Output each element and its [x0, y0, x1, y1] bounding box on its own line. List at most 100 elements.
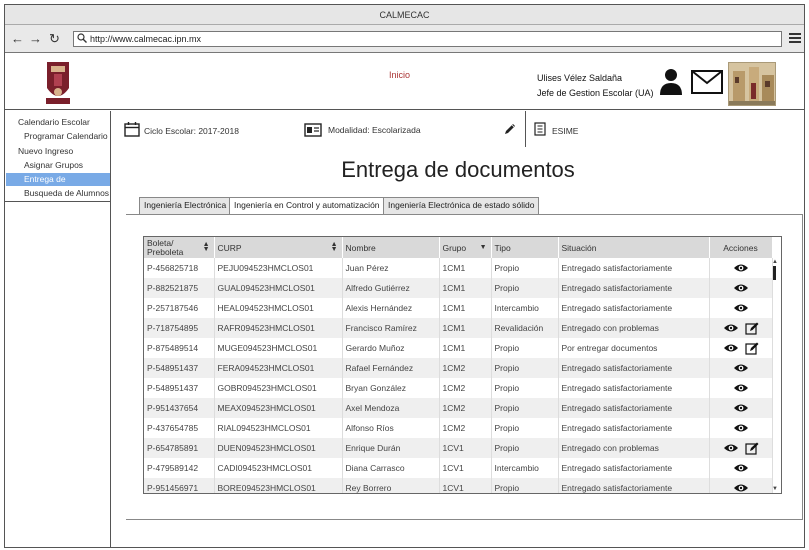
cell-situacion: Entregado satisfactoriamente [558, 278, 710, 298]
cell-tipo: Propio [491, 378, 559, 398]
scroll-up-arrow-icon[interactable]: ▲ [772, 259, 778, 265]
cell-curp: RAFR094523HMCLOS01 [214, 318, 343, 338]
sidebar-item-entrega-de[interactable]: Entrega de [6, 173, 110, 186]
sort-icon[interactable]: ▲ ▼ [203, 241, 210, 253]
cell-nombre: Rey Borrero [342, 478, 440, 493]
cell-tipo: Propio [491, 338, 559, 358]
cell-boleta: P-548951437 [144, 378, 215, 398]
table-row: P-882521875 GUAL094523HMCLOS01 Alfredo Gut… [144, 278, 773, 298]
sidebar-item-nuevo-ingreso[interactable]: Nuevo Ingreso [18, 146, 73, 156]
view-eye-icon[interactable] [723, 322, 739, 332]
modalidad-label: Modalidad: Escolarizada [328, 125, 421, 135]
url-bar[interactable]: http://www.calmecac.ipn.mx [73, 31, 782, 47]
cell-boleta: P-951456971 [144, 478, 215, 493]
table-scrollbar[interactable]: ▲ ▼ [771, 259, 779, 492]
hamburger-menu-icon[interactable] [789, 33, 801, 44]
cell-grupo: 1CV1 [439, 458, 492, 478]
cell-situacion: Por entregar documentos [558, 338, 710, 358]
cell-situacion: Entregado satisfactoriamente [558, 418, 710, 438]
page-title: Entrega de documentos [341, 157, 575, 182]
cell-acciones [709, 478, 773, 493]
cell-boleta: P-654785891 [144, 438, 215, 458]
cell-boleta: P-479589142 [144, 458, 215, 478]
scroll-thumb[interactable] [773, 266, 776, 280]
building-icon [534, 122, 546, 136]
cell-boleta: P-718754895 [144, 318, 215, 338]
table-row: P-437654785 RIAL094523HMCLOS01 Alfonso Río… [144, 418, 773, 438]
column-header-acciones: Acciones [709, 237, 773, 258]
view-eye-icon[interactable] [733, 263, 749, 273]
user-profile-icon[interactable] [659, 68, 683, 96]
view-eye-icon[interactable] [733, 483, 749, 493]
table-header-row: Boleta/ Preboleta ▲ ▼ CURP ▲ ▼ Nombre Grupo ▼… [144, 237, 773, 258]
mail-icon[interactable] [691, 70, 723, 94]
cell-nombre: Alfonso Ríos [342, 418, 440, 438]
cell-tipo: Propio [491, 358, 559, 378]
cell-acciones [709, 438, 773, 458]
escuela-label: ESIME [552, 126, 579, 136]
table-row: P-257187546 HEAL094523HMCLOS01 Alexis Hern… [144, 298, 773, 318]
view-eye-icon[interactable] [733, 303, 749, 313]
browser-navbar: ← → ↻ http://www.calmecac.ipn.mx [5, 25, 804, 53]
cell-grupo: 1CM2 [439, 358, 492, 378]
table-row: P-548951437 FERA094523HMCLOS01 Rafael Fern… [144, 358, 773, 378]
user-name: Ulises Vélez Saldaña [537, 73, 623, 83]
cell-acciones [709, 358, 773, 378]
cell-grupo: 1CM1 [439, 278, 492, 298]
user-role: Jefe de Gestion Escolar (UA) [537, 88, 654, 98]
view-eye-icon[interactable] [733, 423, 749, 433]
browser-window: CALMECAC ← → ↻ http://www.calmecac.ipn.m… [4, 4, 805, 548]
sidebar-item-asignar-grupos[interactable]: Asignar Grupos [24, 160, 83, 170]
tab-ingenieria-electronica[interactable]: Ingeniería Electrónica [139, 197, 232, 214]
view-eye-icon[interactable] [733, 463, 749, 473]
cell-curp: DUEN094523HMCLOS01 [214, 438, 343, 458]
reload-icon[interactable]: ↻ [49, 31, 60, 47]
cell-situacion: Entregado satisfactoriamente [558, 458, 710, 478]
cell-situacion: Entregado satisfactoriamente [558, 398, 710, 418]
window-title: CALMECAC [5, 5, 804, 25]
sidebar-item-calendario-escolar[interactable]: Calendario Escolar [18, 117, 90, 127]
cell-boleta: P-875489514 [144, 338, 215, 358]
back-arrow-icon[interactable]: ← [11, 31, 24, 47]
tab-ingenieria-estado-solido[interactable]: Ingeniería Electrónica de estado sólido [383, 197, 540, 214]
cell-curp: PEJU094523HMCLOS01 [214, 258, 343, 278]
table-row: P-456825718 PEJU094523HMCLOS01 Juan Pérez 1… [144, 258, 773, 278]
edit-icon[interactable] [744, 342, 759, 355]
view-eye-icon[interactable] [733, 383, 749, 393]
column-header-situacion[interactable]: Situación [558, 237, 710, 258]
cell-acciones [709, 398, 773, 418]
sidebar-item-busqueda-alumnos[interactable]: Busqueda de Alumnos [24, 188, 109, 198]
edit-icon[interactable] [744, 442, 759, 455]
view-eye-icon[interactable] [723, 442, 739, 452]
cell-boleta: P-437654785 [144, 418, 215, 438]
cell-grupo: 1CM1 [439, 338, 492, 358]
sort-down-icon[interactable]: ▼ [480, 244, 487, 251]
table-row: P-548951437 GOBR094523HMCLOS01 Bryan Gonzá… [144, 378, 773, 398]
home-link[interactable]: Inicio [389, 70, 410, 80]
search-icon [77, 33, 87, 43]
edit-pencil-icon[interactable] [503, 122, 517, 136]
sort-icon[interactable]: ▲ ▼ [331, 241, 338, 253]
cell-curp: GOBR094523HMCLOS01 [214, 378, 343, 398]
tab-ingenieria-control-automatizacion[interactable]: Ingeniería en Control y automatización [229, 197, 385, 214]
column-header-grupo[interactable]: Grupo ▼ [439, 237, 492, 258]
column-header-tipo[interactable]: Tipo [491, 237, 559, 258]
cell-boleta: P-548951437 [144, 358, 215, 378]
column-header-boleta[interactable]: Boleta/ Preboleta ▲ ▼ [144, 237, 215, 258]
scroll-down-arrow-icon[interactable]: ▼ [772, 486, 778, 492]
cell-situacion: Entregado satisfactoriamente [558, 258, 710, 278]
view-eye-icon[interactable] [733, 403, 749, 413]
cell-acciones [709, 318, 773, 338]
view-eye-icon[interactable] [733, 283, 749, 293]
view-eye-icon[interactable] [733, 363, 749, 373]
table-row: P-654785891 DUEN094523HMCLOS01 Enrique Dur… [144, 438, 773, 458]
view-eye-icon[interactable] [723, 342, 739, 352]
edit-icon[interactable] [744, 322, 759, 335]
cell-curp: MUGE094523HMCLOS01 [214, 338, 343, 358]
cell-acciones [709, 298, 773, 318]
column-header-curp[interactable]: CURP ▲ ▼ [214, 237, 343, 258]
sidebar-item-programar-calendario[interactable]: Programar Calendario [24, 131, 108, 141]
calendar-icon [124, 122, 140, 137]
forward-arrow-icon[interactable]: → [29, 31, 42, 47]
column-header-nombre[interactable]: Nombre [342, 237, 440, 258]
